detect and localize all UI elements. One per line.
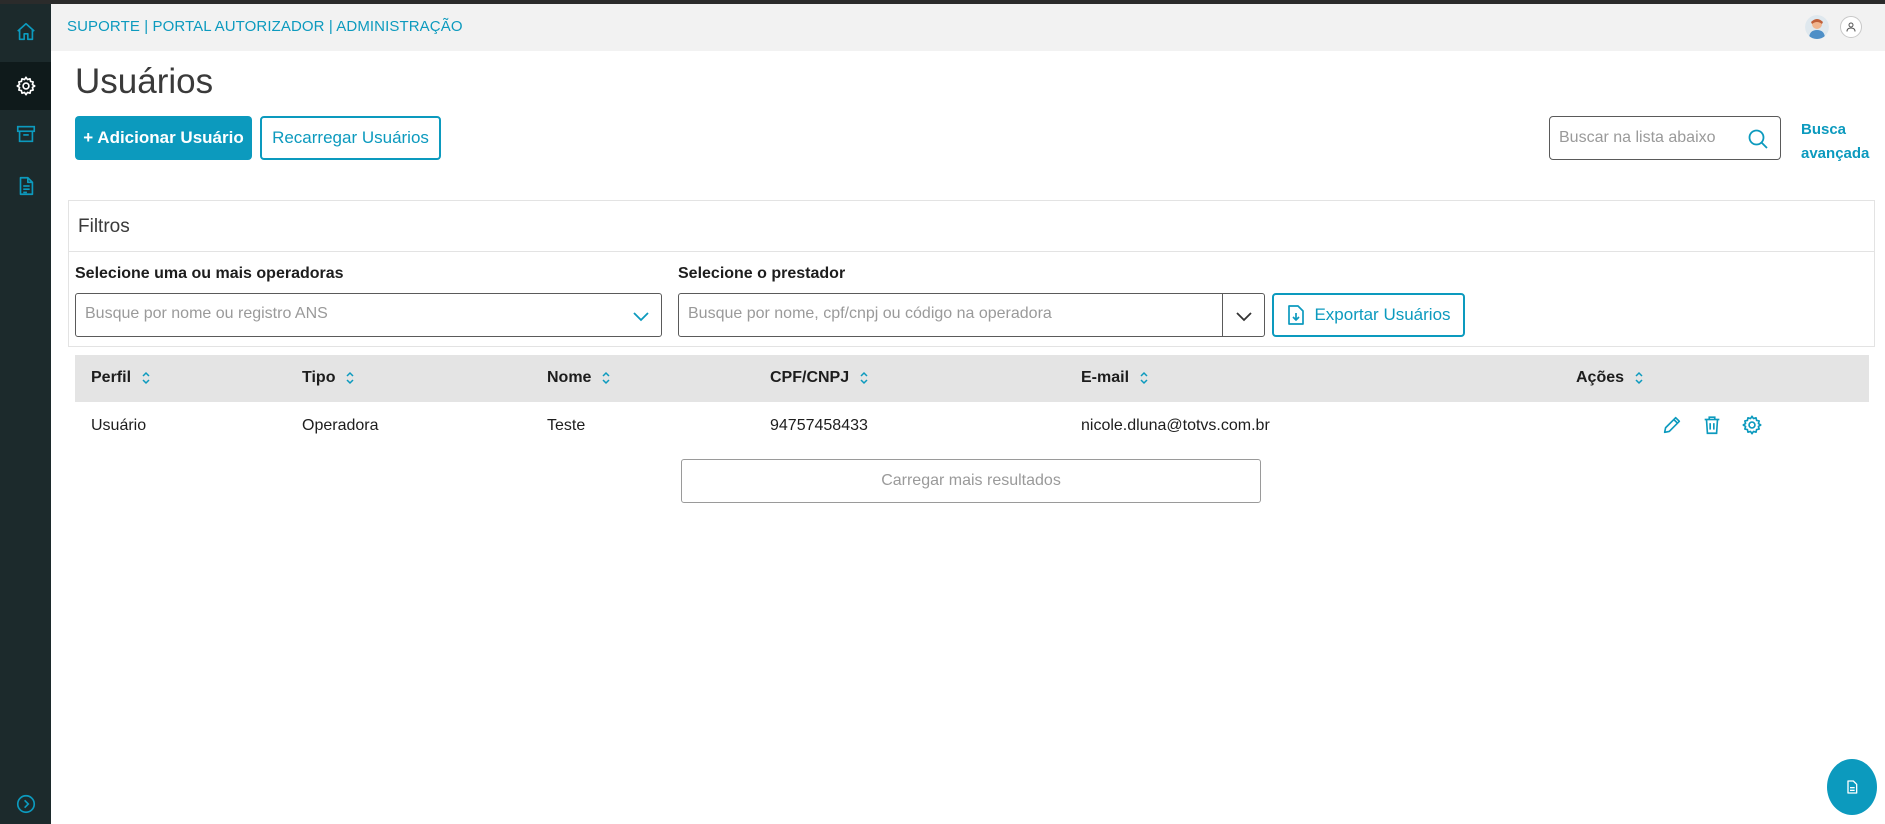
breadcrumb[interactable]: SUPORTE | PORTAL AUTORIZADOR | ADMINISTR… [67,18,463,35]
table-header: Perfil Tipo Nome CPF/CNPJ E-mail Ações [75,355,1869,402]
add-user-button[interactable]: + Adicionar Usuário [75,116,252,160]
provider-select[interactable] [678,293,1265,337]
select-divider [1222,294,1223,336]
trash-icon[interactable] [1701,414,1723,436]
operators-select[interactable] [75,293,662,337]
home-icon [16,22,35,41]
search-box [1549,116,1781,160]
filters-header: Filtros [69,201,1874,252]
archive-icon [16,125,35,143]
gear-icon[interactable] [1741,414,1763,436]
document-icon [1847,780,1858,794]
column-header-acoes[interactable]: Ações [1576,369,1644,387]
advanced-search-link[interactable]: Busca avançada [1801,118,1871,166]
sort-icon [142,371,150,385]
avatar[interactable] [1805,15,1829,39]
document-icon [19,176,33,196]
column-header-nome[interactable]: Nome [547,369,611,387]
column-header-cpf-cnpj[interactable]: CPF/CNPJ [770,369,869,387]
cell-cpf-cnpj: 94757458433 [770,417,868,434]
chevron-down-icon[interactable] [1232,304,1256,328]
operators-label: Selecione uma ou mais operadoras [75,265,344,282]
sort-icon [602,371,610,385]
sidebar-item-archive[interactable] [0,110,51,158]
sidebar-item-settings[interactable] [0,62,51,110]
sort-icon [1140,371,1148,385]
floating-action-button[interactable] [1827,759,1877,815]
provider-label: Selecione o prestador [678,265,846,282]
cell-nome: Teste [547,417,586,434]
search-input[interactable] [1559,127,1739,149]
column-header-email[interactable]: E-mail [1081,369,1149,387]
load-more-button[interactable]: Carregar mais resultados [681,459,1261,503]
top-header: SUPORTE | PORTAL AUTORIZADOR | ADMINISTR… [51,4,1885,51]
reload-users-button[interactable]: Recarregar Usuários [260,116,441,160]
column-header-perfil[interactable]: Perfil [91,369,151,387]
sort-icon [860,371,868,385]
page-title: Usuários [75,62,214,101]
gear-icon [15,76,36,96]
user-menu-button[interactable] [1840,16,1862,38]
chevron-down-icon[interactable] [629,304,653,328]
column-header-tipo[interactable]: Tipo [302,369,355,387]
sidebar-item-documents[interactable] [0,162,51,210]
sidebar-expand-button[interactable] [0,786,51,822]
cell-email: nicole.dluna@totvs.com.br [1081,417,1270,434]
operators-input[interactable] [85,305,615,323]
user-icon [1846,22,1856,32]
download-document-icon [1288,305,1305,325]
search-icon[interactable] [1746,127,1770,151]
sort-icon [346,371,355,385]
export-users-label: Exportar Usuários [1314,305,1451,324]
sort-icon [1635,371,1643,385]
export-users-button[interactable]: Exportar Usuários [1272,293,1465,337]
chevron-right-circle-icon [16,794,35,814]
sidebar-item-home[interactable] [0,8,51,56]
provider-input[interactable] [688,305,1218,323]
filters-title: Filtros [78,216,130,237]
sidebar [0,4,51,824]
avatar-icon [1805,15,1829,39]
table-row: Usuário Operadora Teste 94757458433 nico… [75,402,1869,450]
cell-tipo: Operadora [302,417,379,434]
edit-pencil-icon[interactable] [1661,414,1683,436]
cell-perfil: Usuário [91,417,147,434]
